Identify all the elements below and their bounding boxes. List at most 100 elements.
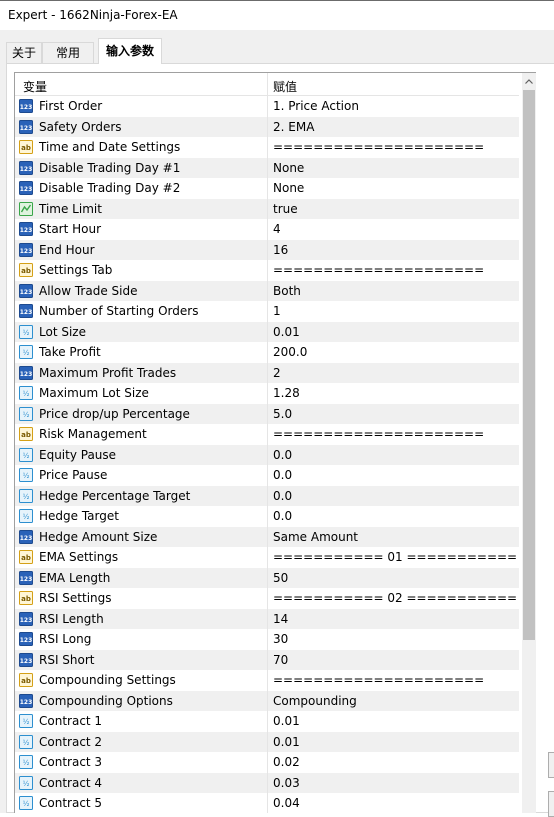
parameter-value[interactable]: 1 [273,301,281,322]
parameter-value[interactable]: =========== 01 =========== [273,547,517,568]
parameter-name-cell[interactable]: ab Time and Date Settings [15,137,267,158]
parameter-value[interactable]: 70 [273,650,288,671]
parameter-name-cell[interactable]: ½ Lot Size [15,322,267,343]
parameter-name-cell[interactable]: 123 RSI Short [15,650,267,671]
table-row[interactable]: ½ Hedge Percentage Target 0.0 [15,485,519,507]
parameter-name-cell[interactable]: ½ Contract 4 [15,773,267,794]
table-row[interactable]: ab Settings Tab ===================== [15,260,519,281]
parameter-value[interactable]: true [273,199,298,220]
parameter-name-cell[interactable]: ½ Maximum Lot Size [15,383,267,404]
parameter-name-cell[interactable]: ab Compounding Settings [15,670,267,691]
parameter-value[interactable]: 0.03 [273,773,300,794]
parameter-value[interactable]: ===================== [273,260,484,281]
table-row[interactable]: ab Risk Management ===================== [15,424,519,445]
table-row[interactable]: 123 RSI Long 30 [15,629,519,650]
tab-input-params[interactable]: 输入参数 [98,38,162,64]
parameter-name-cell[interactable]: ½ Price Pause [15,465,267,486]
parameter-name-cell[interactable]: ab Risk Management [15,424,267,445]
parameter-value[interactable]: ===================== [273,424,484,445]
table-row[interactable]: 123 First Order 1. Price Action [15,96,519,117]
table-row[interactable]: Time Limit true [15,198,519,220]
table-row[interactable]: ½ Contract 2 0.01 [15,731,519,753]
parameter-name-cell[interactable]: 123 Hedge Amount Size [15,527,267,548]
parameter-value[interactable]: 0.01 [273,711,300,732]
parameter-name-cell[interactable]: Time Limit [15,199,267,220]
parameter-name-cell[interactable]: 123 Number of Starting Orders [15,301,267,322]
side-button[interactable] [548,752,554,778]
parameter-value[interactable]: 2. EMA [273,117,314,138]
table-row[interactable]: 123 Disable Trading Day #2 None [15,178,519,199]
parameter-value[interactable]: ===================== [273,670,484,691]
parameter-value[interactable]: 0.0 [273,465,292,486]
column-divider[interactable] [267,73,268,95]
table-row[interactable]: ½ Price Pause 0.0 [15,465,519,486]
table-row[interactable]: 123 Compounding Options Compounding [15,690,519,712]
tab-about[interactable]: 关于 [6,42,42,63]
parameter-name-cell[interactable]: 123 End Hour [15,240,267,261]
parameter-name-cell[interactable]: 123 Allow Trade Side [15,281,267,302]
parameter-value[interactable]: 0.0 [273,445,292,466]
parameter-value[interactable]: 200.0 [273,342,307,363]
parameter-value[interactable]: 14 [273,609,288,630]
parameter-value[interactable]: 0.01 [273,732,300,753]
parameter-value[interactable]: Same Amount [273,527,358,548]
parameter-name-cell[interactable]: 123 EMA Length [15,568,267,589]
parameter-value[interactable]: =========== 02 =========== [273,588,517,609]
parameter-name-cell[interactable]: ½ Contract 3 [15,752,267,773]
table-row[interactable]: ½ Price drop/up Percentage 5.0 [15,403,519,425]
parameter-value[interactable]: 2 [273,363,281,384]
parameter-name-cell[interactable]: ½ Contract 1 [15,711,267,732]
parameter-name-cell[interactable]: 123 First Order [15,96,267,117]
parameter-name-cell[interactable]: 123 Maximum Profit Trades [15,363,267,384]
scroll-thumb[interactable] [523,90,535,640]
parameter-name-cell[interactable]: ½ Price drop/up Percentage [15,404,267,425]
parameter-value[interactable]: 0.04 [273,793,300,813]
parameter-name-cell[interactable]: 123 Disable Trading Day #1 [15,158,267,179]
parameter-name-cell[interactable]: ½ Equity Pause [15,445,267,466]
parameter-value[interactable]: 0.01 [273,322,300,343]
table-row[interactable]: 123 RSI Length 14 [15,608,519,630]
table-row[interactable]: 123 RSI Short 70 [15,649,519,671]
table-row[interactable]: ab EMA Settings =========== 01 =========== [15,547,519,568]
parameter-name-cell[interactable]: ab Settings Tab [15,260,267,281]
parameter-value[interactable]: 5.0 [273,404,292,425]
parameter-name-cell[interactable]: ½ Contract 2 [15,732,267,753]
column-header-variable[interactable]: 变量 [23,78,47,95]
table-row[interactable]: 123 Disable Trading Day #1 None [15,157,519,179]
parameter-name-cell[interactable]: ab RSI Settings [15,588,267,609]
tab-common[interactable]: 常用 [42,42,94,63]
parameter-name-cell[interactable]: 123 RSI Long [15,629,267,650]
parameter-value[interactable]: 4 [273,219,281,240]
table-row[interactable]: ½ Lot Size 0.01 [15,321,519,343]
parameter-name-cell[interactable]: 123 RSI Length [15,609,267,630]
parameter-name-cell[interactable]: 123 Compounding Options [15,691,267,712]
table-row[interactable]: ½ Contract 4 0.03 [15,772,519,794]
parameter-name-cell[interactable]: ½ Take Profit [15,342,267,363]
table-row[interactable]: ½ Maximum Lot Size 1.28 [15,383,519,404]
parameter-value[interactable]: Both [273,281,301,302]
table-row[interactable]: ½ Contract 3 0.02 [15,752,519,773]
table-row[interactable]: 123 Start Hour 4 [15,219,519,240]
parameter-value[interactable]: 1.28 [273,383,300,404]
parameter-value[interactable]: None [273,178,304,199]
parameter-value[interactable]: Compounding [273,691,357,712]
parameter-name-cell[interactable]: ½ Hedge Percentage Target [15,486,267,507]
column-header-value[interactable]: 赋值 [273,78,297,95]
parameter-value[interactable]: 16 [273,240,288,261]
table-row[interactable]: 123 Safety Orders 2. EMA [15,116,519,138]
table-row[interactable]: 123 Hedge Amount Size Same Amount [15,526,519,548]
side-button[interactable] [548,791,554,817]
table-row[interactable]: 123 End Hour 16 [15,239,519,261]
vertical-scrollbar[interactable] [522,73,536,813]
table-row[interactable]: ½ Hedge Target 0.0 [15,506,519,527]
parameter-value[interactable]: 1. Price Action [273,96,359,117]
table-row[interactable]: ab Compounding Settings ==================… [15,670,519,691]
table-row[interactable]: 123 Maximum Profit Trades 2 [15,362,519,384]
table-row[interactable]: ½ Contract 5 0.04 [15,793,519,813]
parameter-name-cell[interactable]: 123 Disable Trading Day #2 [15,178,267,199]
table-row[interactable]: ab RSI Settings =========== 02 =========== [15,588,519,609]
parameter-name-cell[interactable]: ½ Contract 5 [15,793,267,813]
table-row[interactable]: 123 Allow Trade Side Both [15,280,519,302]
parameter-value[interactable]: 0.0 [273,506,292,527]
parameter-name-cell[interactable]: 123 Safety Orders [15,117,267,138]
